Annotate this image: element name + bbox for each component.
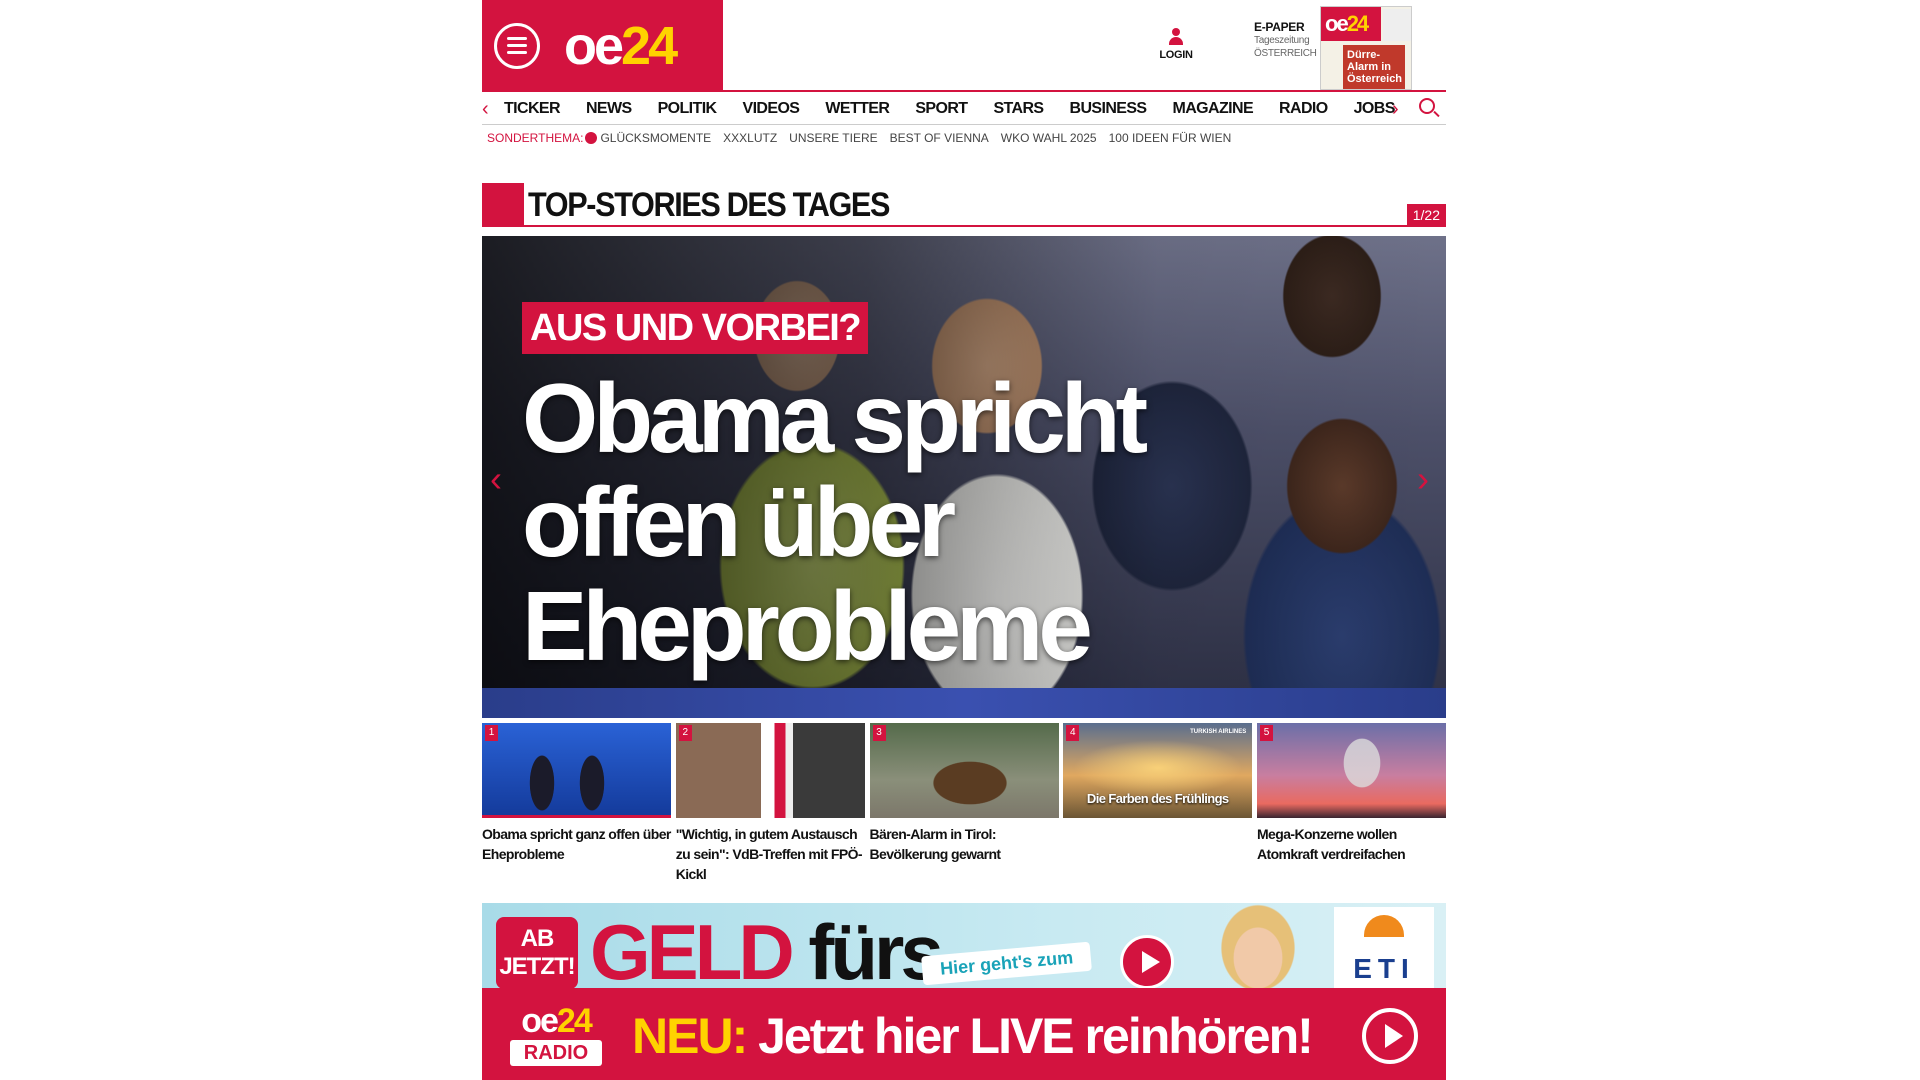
thumb-story-4[interactable]: 4 TURKISH AIRLINES Die Farben des Frühli… (1063, 723, 1253, 884)
thumb-image: 5 (1257, 723, 1446, 818)
nav-scroll-left-icon[interactable]: ‹ (482, 98, 489, 121)
slider-prev-icon[interactable]: ‹ (490, 458, 502, 500)
slide-counter: 1/22 (1406, 204, 1446, 227)
ad-play-icon[interactable] (1120, 935, 1174, 988)
menu-icon[interactable] (494, 23, 540, 69)
thumb-caption: "Wichtig, in gutem Austausch zu sein": V… (675, 826, 863, 882)
nav-item-politik[interactable]: POLITIK (658, 100, 718, 118)
thumb-number: 1 (485, 725, 498, 741)
radio-live-bar[interactable]: oe24 RADIO NEU: Jetzt hier LIVE reinhöre… (482, 988, 1446, 1080)
nav-item-sport[interactable]: SPORT (915, 100, 968, 118)
thumb-image: 1 (482, 723, 671, 818)
nav-item-videos[interactable]: VIDEOS (743, 100, 800, 118)
ad-badge: AB JETZT! (496, 917, 578, 988)
section-underline (524, 225, 1446, 227)
nav-item-stars[interactable]: STARS (993, 100, 1044, 118)
special-topics-bar: SONDERTHEMA: GLÜCKSMOMENTE XXXLUTZ UNSER… (487, 131, 1243, 145)
thumb-image: 4 TURKISH AIRLINES Die Farben des Frühli… (1063, 723, 1253, 818)
thumb-story-5[interactable]: 5 Mega-Konzerne wollen Atomkraft verdrei… (1257, 723, 1446, 884)
thumb-brand-label: TURKISH AIRLINES (1190, 729, 1247, 735)
epaper-cover-image[interactable]: oe24 Dürre-Alarm in Österreich (1320, 6, 1412, 90)
thumb-caption: Bären-Alarm in Tirol: Bevölkerung gewarn… (869, 826, 1002, 862)
topic-link-gluecksmomente[interactable]: GLÜCKSMOMENTE (600, 131, 711, 145)
site-logo[interactable]: oe24 (564, 16, 678, 76)
ad-tagline: Hier geht's zum (921, 941, 1093, 986)
thumb-story-2[interactable]: 2 "Wichtig, in gutem Austausch zu sein":… (675, 723, 865, 884)
nav-item-ticker[interactable]: TICKER (504, 100, 561, 118)
clover-icon (585, 132, 598, 144)
login-button[interactable]: LOGIN (1156, 28, 1196, 61)
nav-item-radio[interactable]: RADIO (1279, 100, 1328, 118)
topic-link-100-ideen[interactable]: 100 IDEEN FÜR WIEN (1109, 131, 1232, 145)
thumb-number: 4 (1066, 725, 1080, 741)
special-topic-label: SONDERTHEMA: (487, 131, 584, 145)
radio-play-icon[interactable] (1362, 1008, 1418, 1064)
hero-kicker: AUS UND VORBEI? (522, 302, 869, 354)
thumb-number: 3 (872, 725, 886, 741)
slider-next-icon[interactable]: › (1417, 458, 1429, 500)
ad-brand-name: ETI (1353, 953, 1415, 984)
hero-image-floor (482, 688, 1446, 718)
user-icon (1168, 28, 1184, 46)
top-stories-header: TOP-STORIES DES TAGES 1/22 (482, 183, 1446, 227)
epaper-title: E-PAPER (1254, 20, 1305, 34)
nav-scroll-right-icon[interactable]: › (1392, 98, 1399, 121)
topic-link-wko-wahl[interactable]: WKO WAHL 2025 (1001, 131, 1097, 145)
ad-brand-logo: ETI (1334, 907, 1434, 988)
ad-headline: GELD fürs (590, 908, 944, 988)
radio-message: NEU: Jetzt hier LIVE reinhören! (632, 1008, 1314, 1064)
topic-link-unsere-tiere[interactable]: UNSERE TIERE (789, 131, 877, 145)
search-icon[interactable] (1419, 98, 1435, 114)
nav-item-jobs[interactable]: JOBS (1354, 100, 1396, 118)
section-title: TOP-STORIES DES TAGES (528, 186, 890, 224)
nav-item-news[interactable]: NEWS (586, 100, 632, 118)
thumb-caption: Mega-Konzerne wollen Atomkraft verdreifa… (1257, 826, 1406, 862)
thumb-story-3[interactable]: 3 Bären-Alarm in Tirol: Bevölkerung gewa… (869, 723, 1059, 884)
sun-icon (1364, 915, 1404, 937)
nav-item-magazine[interactable]: MAGAZINE (1173, 100, 1254, 118)
cover-headline: Dürre-Alarm in Österreich (1343, 45, 1405, 89)
topic-link-xxxlutz[interactable]: XXXLUTZ (723, 131, 777, 145)
thumb-number: 2 (678, 725, 692, 741)
epaper-subtitle-2: ÖSTERREICH (1254, 48, 1317, 59)
thumb-story-1[interactable]: 1 Obama spricht ganz offen über Eheprobl… (482, 723, 671, 884)
ad-model-image (1198, 903, 1318, 988)
nav-item-wetter[interactable]: WETTER (825, 100, 890, 118)
radio-logo-label: RADIO (510, 1040, 602, 1066)
nav-item-business[interactable]: BUSINESS (1070, 100, 1148, 118)
page: oe24 LOGIN E-PAPER Tageszeitung ÖSTERREI… (482, 0, 1446, 1080)
topic-link-best-of-vienna[interactable]: BEST OF VIENNA (890, 131, 989, 145)
thumb-caption: Obama spricht ganz offen über Eheproblem… (482, 826, 671, 862)
section-marker (482, 183, 524, 227)
ad-banner[interactable]: AB JETZT! GELD fürs Hier geht's zum ETI (482, 903, 1446, 988)
logo-block: oe24 (482, 0, 723, 90)
epaper-subtitle-1: Tageszeitung (1254, 35, 1310, 46)
cover-logo: oe24 (1321, 7, 1381, 41)
story-thumbnails: 1 Obama spricht ganz offen über Eheprobl… (482, 723, 1446, 884)
epaper-link[interactable]: E-PAPER Tageszeitung ÖSTERREICH (1254, 20, 1317, 60)
thumb-overlay-text: Die Farben des Frühlings (1086, 791, 1229, 806)
main-nav: ‹ TICKER NEWS POLITIK VIDEOS WETTER SPOR… (482, 90, 1446, 125)
hero-headline[interactable]: Obama spricht offen über Eheprobleme (522, 366, 1162, 678)
hero-slide[interactable]: AUS UND VORBEI? Obama spricht offen über… (482, 236, 1446, 718)
login-label: LOGIN (1159, 49, 1193, 61)
cover-side-teaser (1383, 9, 1411, 41)
radio-logo: oe24 RADIO (510, 1002, 602, 1068)
thumb-number: 5 (1260, 725, 1273, 741)
thumb-image: 2 (675, 723, 865, 818)
thumb-image: 3 (869, 723, 1059, 818)
